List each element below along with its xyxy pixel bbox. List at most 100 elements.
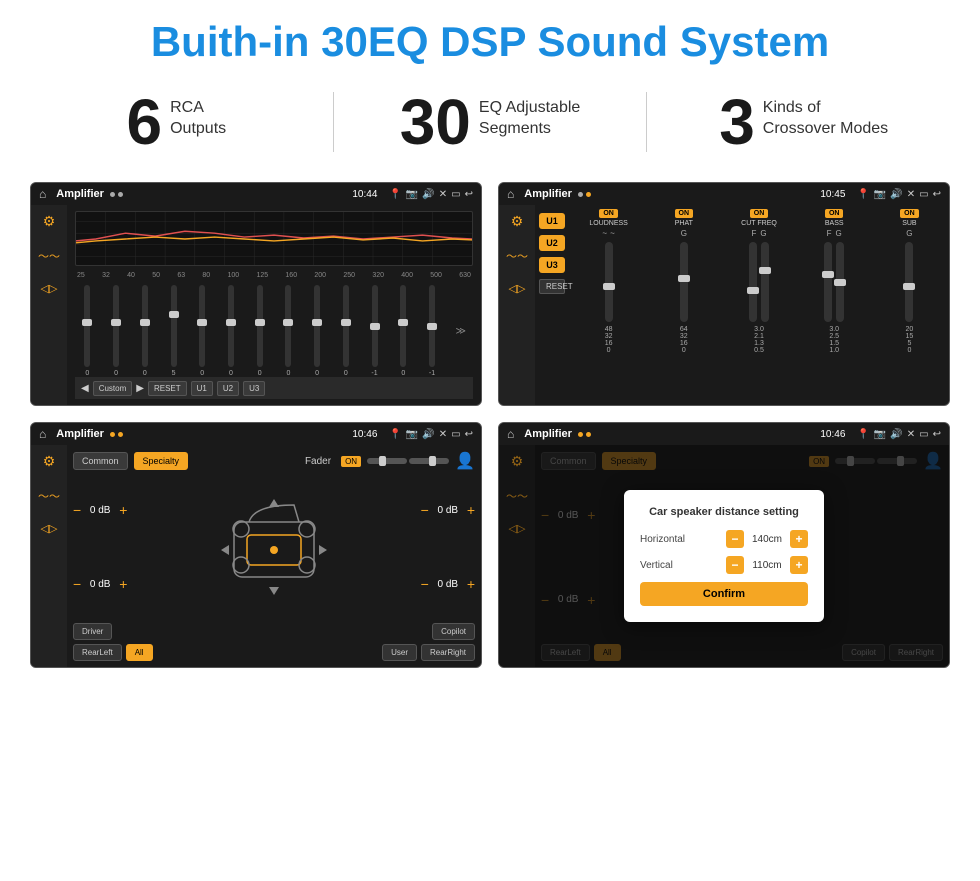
horizontal-plus-btn[interactable]: +: [790, 530, 808, 548]
cross-reset-btn[interactable]: RESET: [539, 279, 565, 294]
screen-dialog: ⌂ Amplifier 10:46 📍 📷 🔊 ✕ ▭ ↩ ⚙ 〜〜: [498, 422, 950, 668]
eq-icon[interactable]: ⚙: [43, 213, 56, 230]
stat-eq-number: 30: [400, 90, 471, 154]
eq-custom-btn[interactable]: Custom: [93, 381, 133, 396]
dlg-home-icon[interactable]: ⌂: [507, 427, 514, 441]
u2-button[interactable]: U2: [539, 235, 565, 251]
home-icon[interactable]: ⌂: [39, 187, 46, 201]
phat-slider[interactable]: [680, 242, 688, 322]
fader-on-badge[interactable]: ON: [341, 456, 361, 467]
stat-rca-text: RCA Outputs: [170, 90, 226, 140]
eq-slider-12: -1: [420, 285, 445, 377]
vol-tl-minus[interactable]: −: [73, 502, 81, 518]
dialog-horizontal-row: Horizontal − 140cm +: [640, 530, 808, 548]
screen-crossover: ⌂ Amplifier 10:45 📍 📷 🔊 ✕ ▭ ↩ ⚙ 〜〜 ◁▷: [498, 182, 950, 406]
speaker-icon[interactable]: ◁▷: [41, 282, 58, 295]
vertical-ctrl: − 110cm +: [726, 556, 808, 574]
dialog-overlay: Car speaker distance setting Horizontal …: [499, 445, 949, 667]
u-buttons-col: U1 U2 U3 RESET: [535, 205, 569, 405]
f-dot2: [118, 432, 123, 437]
vol-row-tr: − 0 dB +: [421, 502, 475, 518]
eq-next-btn[interactable]: ▶: [136, 383, 144, 394]
vol-bl-plus[interactable]: +: [119, 576, 127, 592]
vol-tl-plus[interactable]: +: [119, 502, 127, 518]
vertical-value: 110cm: [748, 560, 786, 571]
vol-br-minus[interactable]: −: [421, 576, 429, 592]
bass-label: BASS: [825, 220, 844, 227]
screen-fader: ⌂ Amplifier 10:46 📍 📷 🔊 ✕ ▭ ↩ ⚙ 〜〜: [30, 422, 482, 668]
bass-on[interactable]: ON: [825, 209, 844, 218]
bass-slider-g[interactable]: [836, 242, 844, 322]
fader-main: Common Specialty Fader ON 👤: [67, 445, 481, 667]
battery-icon: ▭: [451, 189, 460, 200]
eq-time: 10:44: [352, 189, 377, 200]
fader-spk-icon[interactable]: ◁▷: [41, 522, 58, 535]
cross-spk-icon[interactable]: ◁▷: [509, 282, 526, 295]
all-btn[interactable]: All: [126, 644, 153, 661]
eq-u2-btn[interactable]: U2: [217, 381, 239, 396]
eq-u3-btn[interactable]: U3: [243, 381, 265, 396]
cutfreq-slider-f[interactable]: [749, 242, 757, 322]
user-btn[interactable]: User: [382, 644, 417, 661]
fader-bottom-btns2: RearLeft All User RearRight: [73, 644, 475, 661]
u1-button[interactable]: U1: [539, 213, 565, 229]
cross-eq-icon[interactable]: ⚙: [511, 213, 524, 230]
fader-mode-row: Common Specialty Fader ON 👤: [73, 451, 475, 471]
fader-eq-icon[interactable]: ⚙: [43, 453, 56, 470]
phat-on[interactable]: ON: [675, 209, 694, 218]
dlg-bat-icon: ▭: [919, 429, 928, 440]
vol-bl-val: 0 dB: [85, 579, 115, 590]
vol-bl-minus[interactable]: −: [73, 576, 81, 592]
cross-bat-icon: ▭: [919, 189, 928, 200]
fader-wave-icon[interactable]: 〜〜: [38, 488, 60, 504]
eq-slider-0: 0: [75, 285, 100, 377]
dlg-dots: [578, 432, 591, 437]
dlg-content: ⚙ 〜〜 ◁▷ Common Specialty ON: [499, 445, 949, 667]
cutfreq-on[interactable]: ON: [750, 209, 769, 218]
sub-on[interactable]: ON: [900, 209, 919, 218]
eq-reset-btn[interactable]: RESET: [148, 381, 187, 396]
cutfreq-slider-g[interactable]: [761, 242, 769, 322]
home-icon-2[interactable]: ⌂: [507, 187, 514, 201]
stat-eq-text: EQ Adjustable Segments: [479, 90, 580, 140]
rearleft-btn[interactable]: RearLeft: [73, 644, 122, 661]
cross-wave-icon[interactable]: 〜〜: [506, 248, 528, 264]
vol-row-tl: − 0 dB +: [73, 502, 127, 518]
phat-label: PHAT: [675, 220, 693, 227]
cross-vol-icon: 🔊: [890, 189, 902, 200]
horizontal-minus-btn[interactable]: −: [726, 530, 744, 548]
loudness-on[interactable]: ON: [599, 209, 618, 218]
loudness-slider[interactable]: [605, 242, 613, 322]
copilot-btn[interactable]: Copilot: [432, 623, 475, 640]
driver-btn[interactable]: Driver: [73, 623, 112, 640]
vol-tr-val: 0 dB: [433, 505, 463, 516]
fader-home-icon[interactable]: ⌂: [39, 427, 46, 441]
vertical-plus-btn[interactable]: +: [790, 556, 808, 574]
person-icon[interactable]: 👤: [455, 451, 475, 471]
fader-cam-icon: 📷: [406, 429, 418, 440]
vol-tr-plus[interactable]: +: [467, 502, 475, 518]
bass-slider-f[interactable]: [824, 242, 832, 322]
eq-prev-btn[interactable]: ◀: [81, 383, 89, 394]
vol-br-plus[interactable]: +: [467, 576, 475, 592]
horizontal-label: Horizontal: [640, 534, 685, 545]
stat-crossover-number: 3: [719, 90, 755, 154]
wave-icon[interactable]: 〜〜: [38, 248, 60, 264]
confirm-button[interactable]: Confirm: [640, 582, 808, 606]
cross-time: 10:45: [820, 189, 845, 200]
common-btn[interactable]: Common: [73, 452, 128, 470]
eq-slider-9: 0: [333, 285, 358, 377]
specialty-btn[interactable]: Specialty: [134, 452, 189, 470]
vertical-minus-btn[interactable]: −: [726, 556, 744, 574]
fader-x-icon: ✕: [439, 429, 447, 440]
c-dot1: [578, 192, 583, 197]
f-dot1: [110, 432, 115, 437]
u3-button[interactable]: U3: [539, 257, 565, 273]
rearright-btn[interactable]: RearRight: [421, 644, 475, 661]
dot1: [110, 192, 115, 197]
car-svg: [219, 497, 329, 597]
vol-tr-minus[interactable]: −: [421, 502, 429, 518]
eq-u1-btn[interactable]: U1: [191, 381, 213, 396]
stat-rca-number: 6: [127, 90, 163, 154]
sub-slider[interactable]: [905, 242, 913, 322]
